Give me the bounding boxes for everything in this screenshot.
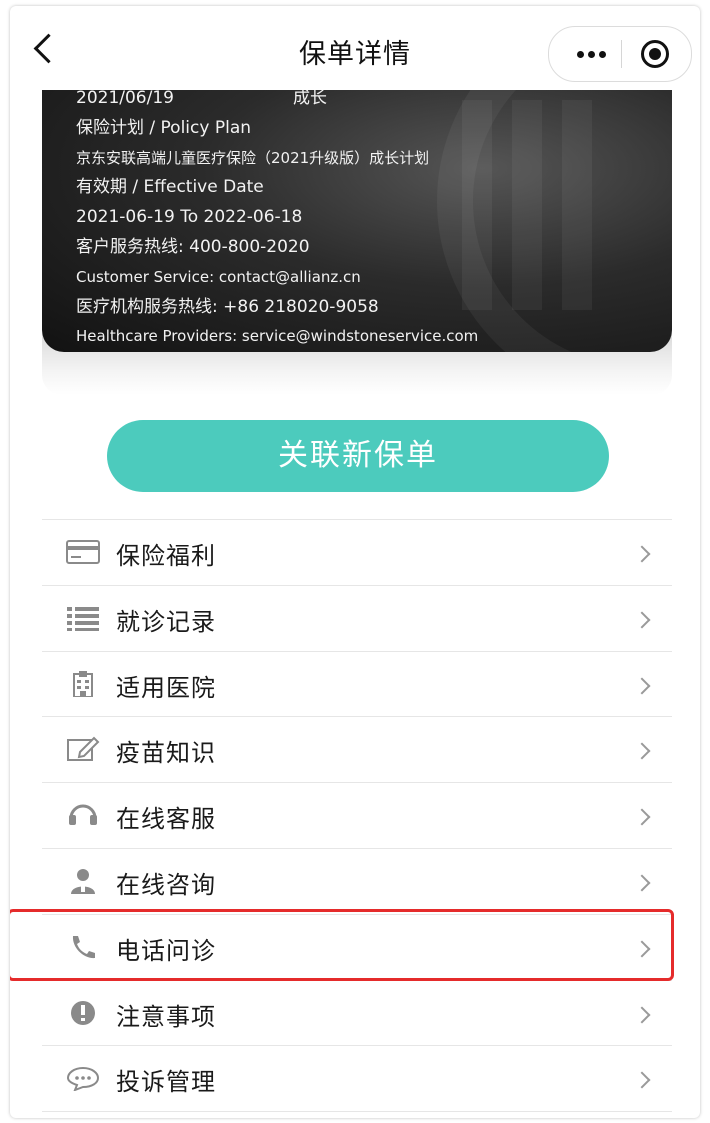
capsule-divider — [621, 40, 622, 68]
alert-icon — [71, 1000, 95, 1025]
policy-card-area: 2021/06/19 成长 保险计划 / Policy Plan 京东安联高端儿… — [42, 90, 672, 420]
customer-service-email: Customer Service: contact@allianz.cn — [76, 267, 361, 286]
chevron-right-icon — [633, 1071, 651, 1089]
provider-email: Healthcare Providers: service@windstones… — [76, 327, 479, 346]
menu-item-label: 适用医院 — [116, 673, 216, 702]
customer-hotline: 客户服务热线: 400-800-2020 — [76, 236, 310, 257]
chevron-right-icon — [633, 545, 651, 563]
link-new-policy-button[interactable]: 关联新保单 — [107, 420, 609, 492]
menu-item-online-service[interactable]: 在线客服 — [42, 783, 672, 849]
menu-item-label: 保险福利 — [116, 542, 216, 570]
miniprogram-capsule — [548, 26, 692, 82]
chevron-right-icon — [633, 808, 651, 826]
more-dots-icon[interactable] — [567, 27, 617, 81]
menu-item-notices[interactable]: 注意事项 — [42, 981, 672, 1047]
chevron-right-icon — [633, 742, 651, 760]
policy-plan-label: 保险计划 / Policy Plan — [76, 117, 252, 138]
card-icon — [66, 540, 100, 564]
provider-hotline: 医疗机构服务热线: +86 218020-9058 — [76, 296, 379, 317]
nav-bar: 保单详情 — [10, 6, 700, 90]
doctor-icon — [71, 868, 95, 894]
menu-item-label: 在线咨询 — [116, 870, 216, 899]
policy-card: 2021/06/19 成长 保险计划 / Policy Plan 京东安联高端儿… — [42, 90, 672, 352]
menu-item-label: 疫苗知识 — [116, 739, 216, 768]
menu-item-online-consult[interactable]: 在线咨询 — [42, 849, 672, 915]
card-partial-row: 2021/06/19 成长 — [76, 90, 656, 114]
policy-plan-name: 京东安联高端儿童医疗保险（2021升级版）成长计划 — [76, 148, 430, 167]
chevron-right-icon — [633, 1006, 651, 1024]
card-plan-partial: 成长 — [293, 90, 327, 108]
effective-date-label: 有效期 / Effective Date — [76, 177, 264, 198]
menu-item-label: 在线客服 — [116, 805, 216, 834]
menu-item-insurance-benefits[interactable]: 保险福利 — [42, 520, 672, 586]
menu-item-complaints[interactable]: 投诉管理 — [42, 1046, 672, 1113]
chevron-right-icon — [633, 874, 651, 892]
effective-date-value: 2021-06-19 To 2022-06-18 — [76, 207, 303, 228]
highlight-box — [10, 909, 674, 981]
menu-item-label: 投诉管理 — [116, 1068, 216, 1097]
chevron-right-icon — [633, 677, 651, 695]
list-icon — [67, 606, 99, 631]
menu-item-label: 注意事项 — [116, 1002, 216, 1031]
card-date-partial: 2021/06/19 — [76, 90, 174, 108]
edit-icon — [67, 736, 100, 762]
chevron-right-icon — [633, 611, 651, 629]
chat-bubble-icon — [66, 1067, 100, 1092]
hospital-icon — [73, 670, 93, 697]
phone-screen: 保单详情 2021/06/19 成长 保险计划 / Policy Plan 京东… — [10, 6, 700, 1118]
menu-item-hospitals[interactable]: 适用医院 — [42, 652, 672, 718]
menu-item-label: 就诊记录 — [116, 607, 216, 636]
menu-item-vaccine-knowledge[interactable]: 疫苗知识 — [42, 717, 672, 784]
menu-list: 保险福利 就诊记录 适用医院 疫苗知识 在线客服 在线咨询 电话问诊 注意事项 … — [42, 519, 672, 1113]
headset-icon — [69, 804, 97, 826]
menu-item-visit-records[interactable]: 就诊记录 — [42, 586, 672, 652]
close-target-icon[interactable] — [641, 40, 669, 68]
